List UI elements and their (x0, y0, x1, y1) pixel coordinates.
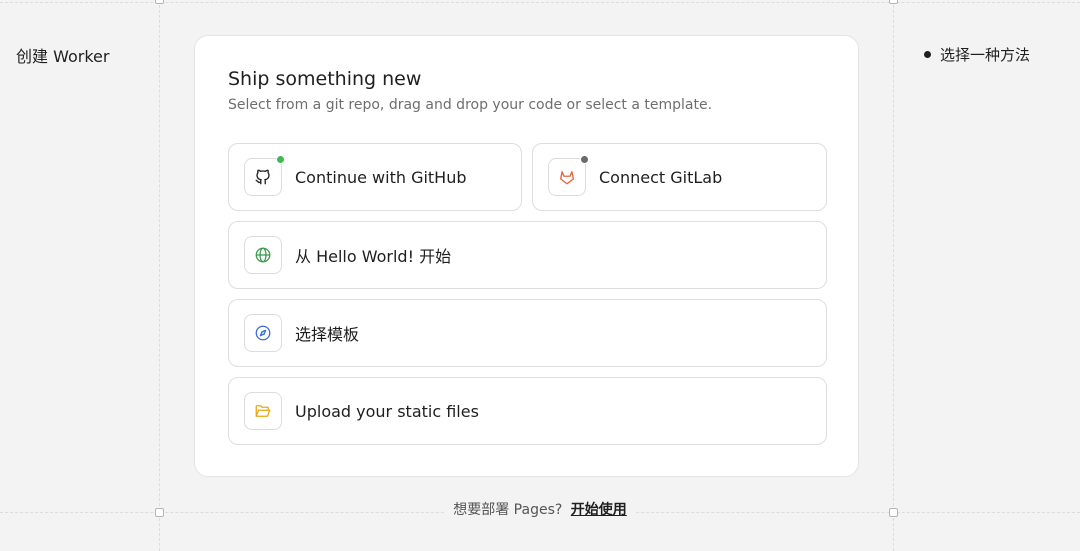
upload-label: Upload your static files (295, 401, 479, 421)
compass-icon-box (244, 314, 282, 352)
select-template-button[interactable]: 选择模板 (228, 299, 827, 367)
compass-icon (255, 325, 271, 341)
gitlab-icon (559, 171, 575, 185)
github-label: Continue with GitHub (295, 167, 467, 187)
gitlab-icon-box (548, 155, 589, 196)
step-bullet-icon (924, 51, 931, 58)
get-started-link[interactable]: 开始使用 (571, 502, 627, 518)
footer-prompt: 想要部署 Pages? (453, 502, 563, 518)
page-title: 创建 Worker (16, 47, 110, 66)
card-title: Ship something new (228, 68, 422, 90)
github-icon (255, 169, 270, 185)
globe-icon (255, 247, 271, 263)
gitlab-label: Connect GitLab (599, 167, 723, 187)
start-hello-world-button[interactable]: 从 Hello World! 开始 (228, 221, 827, 289)
github-status-dot (276, 155, 285, 164)
globe-icon-box (244, 236, 282, 274)
connect-gitlab-button[interactable]: Connect GitLab (532, 143, 827, 211)
folder-open-icon (255, 405, 271, 417)
hello-world-label: 从 Hello World! 开始 (295, 247, 452, 266)
canvas: 创建 Worker 选择一种方法 Ship something new Sele… (0, 0, 1080, 551)
footer: 想要部署 Pages? 开始使用 (0, 499, 1080, 519)
github-icon-box (244, 155, 285, 196)
continue-with-github-button[interactable]: Continue with GitHub (228, 143, 522, 211)
guide-line-right (893, 0, 894, 551)
card-subtitle: Select from a git repo, drag and drop yo… (228, 97, 713, 113)
step-indicator: 选择一种方法 (924, 44, 1030, 65)
footer-inner: 想要部署 Pages? 开始使用 (445, 499, 635, 519)
step-label: 选择一种方法 (940, 46, 1031, 64)
folder-icon-box (244, 392, 282, 430)
template-label: 选择模板 (295, 325, 360, 344)
guide-handle (889, 0, 898, 4)
ship-card: Ship something new Select from a git rep… (194, 35, 859, 477)
gitlab-status-dot (580, 155, 589, 164)
guide-handle (155, 0, 164, 4)
guide-line-left (159, 0, 160, 551)
upload-static-files-button[interactable]: Upload your static files (228, 377, 827, 445)
